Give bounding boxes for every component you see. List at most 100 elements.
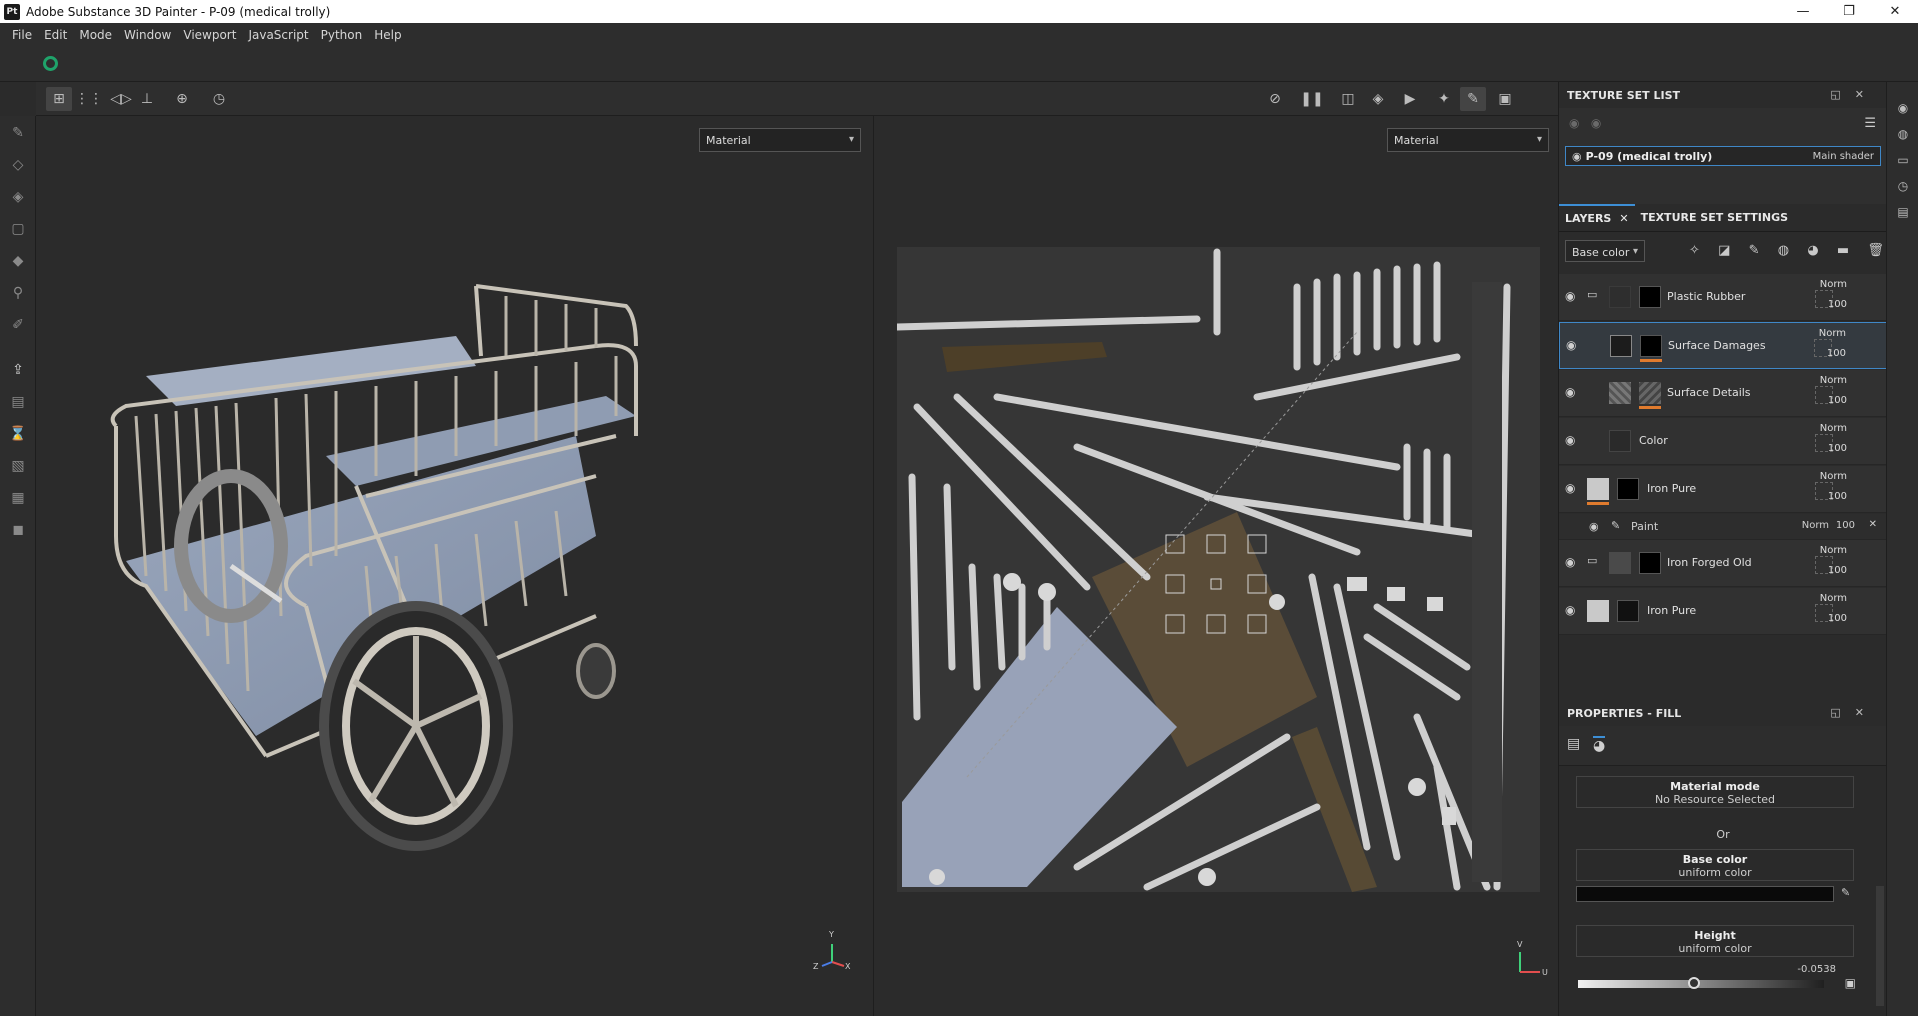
blend-mode[interactable]: Norm [1820, 545, 1847, 556]
height-number[interactable]: -0.0538 [1797, 964, 1836, 975]
smart-material-icon[interactable]: ◕ [1807, 243, 1818, 258]
layer-row[interactable]: ◉ Iron Pure Norm 100 [1559, 466, 1887, 513]
blend-mode[interactable]: Norm [1820, 471, 1847, 482]
float-panel-icon[interactable]: ◱ [1830, 88, 1854, 101]
menu-viewport[interactable]: Viewport [183, 28, 236, 42]
add-paint-layer-icon[interactable]: ✎ [1749, 243, 1760, 258]
render-icon[interactable]: ✦ [1431, 87, 1457, 111]
view-2d-3d-icon[interactable]: ◫ [1335, 87, 1361, 111]
restore-icon[interactable]: ❐ [1826, 0, 1872, 23]
opacity-value[interactable]: 100 [1828, 613, 1847, 624]
sublayer-opacity[interactable]: 100 [1836, 520, 1855, 531]
blend-mode[interactable]: Norm [1820, 375, 1847, 386]
uv-texture-map[interactable] [897, 247, 1540, 892]
menu-python[interactable]: Python [321, 28, 363, 42]
close-icon[interactable]: ✕ [1869, 519, 1877, 530]
fill-settings-icon[interactable]: ▤ [1567, 736, 1580, 752]
delete-layer-icon[interactable]: 🗑 [1867, 243, 1884, 258]
menu-javascript[interactable]: JavaScript [248, 28, 308, 42]
screenshot-icon[interactable]: ▣ [1492, 87, 1518, 111]
float-panel-icon[interactable]: ◱ [1830, 706, 1854, 719]
close-panel-icon[interactable]: ✕ [1855, 706, 1878, 719]
menu-help[interactable]: Help [374, 28, 401, 42]
base-color-block[interactable]: Base color uniform color [1576, 849, 1854, 881]
layer-row[interactable]: ◉ ▭ Plastic Rubber Norm 100 [1559, 274, 1887, 321]
eye-icon[interactable]: ◉ [1566, 338, 1576, 352]
layer-row[interactable]: ◉ Surface Details Norm 100 [1559, 370, 1887, 417]
add-view-icon[interactable]: ⊕ [169, 87, 195, 111]
plugin-logo-icon[interactable] [43, 56, 58, 71]
height-slider-track[interactable] [1578, 977, 1824, 989]
bake-icon[interactable]: ⇪ [8, 361, 28, 379]
history-icon[interactable]: ◷ [1895, 178, 1911, 194]
material-sphere-icon[interactable]: ◕ [1593, 736, 1606, 754]
hide-icon[interactable]: ⊘ [1262, 87, 1288, 111]
viewport-2d[interactable]: Material ▾ V U [873, 116, 1558, 1016]
layer-row-selected[interactable]: ◉ Surface Damages Norm 100 [1559, 322, 1887, 369]
add-fill-layer-icon[interactable]: ◍ [1778, 243, 1789, 258]
blend-mode[interactable]: Norm [1819, 328, 1846, 339]
video-camera-icon[interactable]: ▶ [1397, 87, 1423, 111]
log-icon[interactable]: ▤ [1895, 204, 1911, 220]
picker-tool-icon[interactable]: ✐ [8, 316, 28, 334]
eye-icon[interactable]: ◉ [1565, 555, 1575, 569]
eye-icon[interactable]: ◉ [1565, 385, 1575, 399]
projection-tool-icon[interactable]: ◈ [8, 188, 28, 206]
viewport-2d-mode-dropdown[interactable]: Material ▾ [1387, 128, 1549, 152]
height-block[interactable]: Height uniform color [1576, 925, 1854, 957]
opacity-value[interactable]: 100 [1828, 443, 1847, 454]
history-icon[interactable]: ◷ [206, 87, 232, 111]
blend-mode[interactable]: Norm [1820, 423, 1847, 434]
eye-icon[interactable]: ◉ [1572, 150, 1582, 163]
shelf-icon[interactable]: ▭ [1895, 152, 1911, 168]
eraser-tool-icon[interactable]: ◇ [8, 156, 28, 174]
symmetry-icon[interactable]: ◁▷ [108, 87, 134, 111]
opacity-value[interactable]: 100 [1828, 299, 1847, 310]
minimize-icon[interactable]: — [1780, 0, 1826, 23]
sublayer-blend[interactable]: Norm [1802, 520, 1829, 531]
display-icon[interactable]: ◉ [1895, 100, 1911, 116]
shader-settings-icon[interactable]: ◼ [8, 521, 28, 539]
base-color-swatch[interactable] [1576, 886, 1834, 902]
eye-icon[interactable]: ◉ [1565, 603, 1575, 617]
menu-window[interactable]: Window [124, 28, 171, 42]
eyedropper-icon[interactable]: ✎ [1841, 886, 1850, 899]
blend-mode[interactable]: Norm [1820, 593, 1847, 604]
menu-lines-icon[interactable]: ☰ [1864, 116, 1876, 131]
close-panel-icon[interactable]: ✕ [1855, 88, 1878, 101]
menu-file[interactable]: File [12, 28, 32, 42]
paint-brush-icon[interactable]: ✎ [1460, 87, 1486, 111]
blend-mode[interactable]: Norm [1820, 279, 1847, 290]
add-effect-icon[interactable]: ✧ [1689, 243, 1700, 258]
add-folder-icon[interactable]: ▬ [1837, 243, 1849, 258]
viewport-3d[interactable]: Material ▾ Y Z X [36, 116, 872, 1016]
opacity-value[interactable]: 100 [1827, 348, 1846, 359]
smudge-tool-icon[interactable]: ◆ [8, 252, 28, 270]
sublayer-row[interactable]: ◉ ✎ Paint Norm 100 ✕ [1559, 514, 1887, 540]
uv-tool-icon[interactable]: ▧ [8, 457, 28, 475]
assets-icon[interactable]: ▤ [8, 393, 28, 411]
polygon-fill-icon[interactable]: ▢ [8, 220, 28, 238]
measure-icon[interactable]: ⌛ [8, 425, 28, 443]
menu-mode[interactable]: Mode [79, 28, 112, 42]
cube-icon[interactable]: ◈ [1365, 87, 1391, 111]
split-icon[interactable]: ⊥ [134, 87, 160, 111]
opacity-value[interactable]: 100 [1828, 565, 1847, 576]
properties-scrollbar[interactable] [1876, 766, 1884, 1016]
tab-texture-set-settings[interactable]: TEXTURE SET SETTINGS [1635, 204, 1794, 232]
add-mask-icon[interactable]: ◪ [1718, 243, 1730, 258]
height-slider-knob[interactable] [1687, 977, 1700, 989]
paint-tool-icon[interactable]: ✎ [8, 124, 28, 142]
layer-row[interactable]: ◉ Iron Pure Norm 100 [1559, 588, 1887, 635]
camera-fit-icon[interactable]: ⊞ [46, 87, 72, 111]
texture-set-item[interactable]: ◉ P-09 (medical trolly) Main shader [1565, 146, 1881, 166]
opacity-value[interactable]: 100 [1828, 491, 1847, 502]
visibility-toggle-icons[interactable]: ◉ ◉ [1569, 116, 1601, 130]
opacity-value[interactable]: 100 [1828, 395, 1847, 406]
channel-dropdown[interactable]: Base color ▾ [1565, 240, 1645, 262]
eye-icon[interactable]: ◉ [1565, 481, 1575, 495]
eye-icon[interactable]: ◉ [1565, 433, 1575, 447]
randomize-icon[interactable]: ▣ [1845, 976, 1856, 990]
material-mode-block[interactable]: Material mode No Resource Selected [1576, 776, 1854, 808]
layer-row[interactable]: ◉ ▭ Iron Forged Old Norm 100 [1559, 540, 1887, 587]
